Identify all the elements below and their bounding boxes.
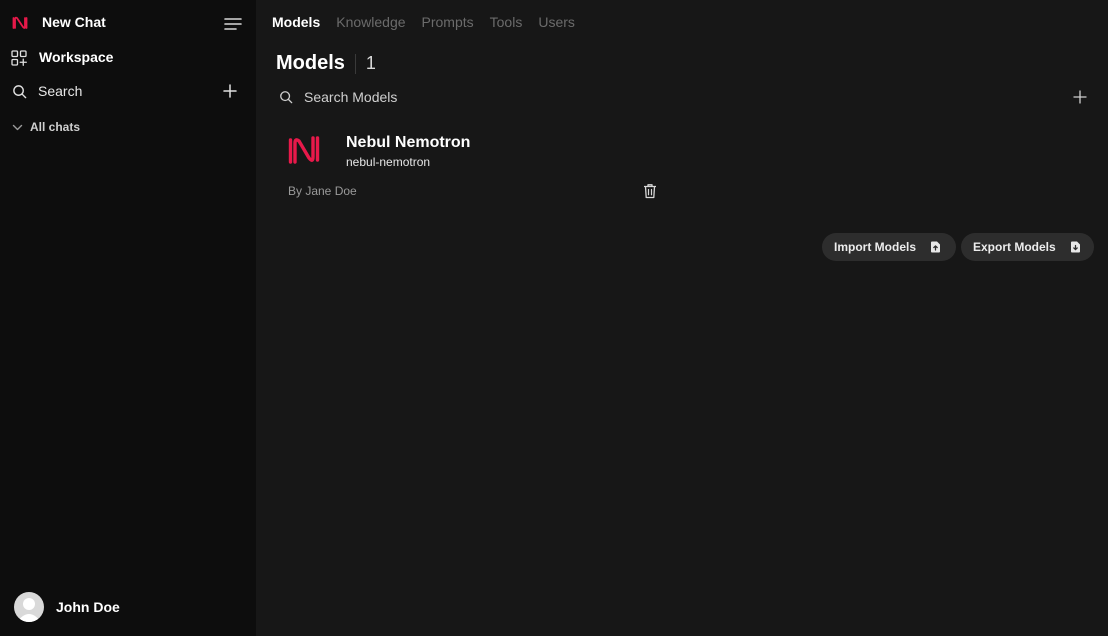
model-name: Nebul Nemotron bbox=[346, 134, 471, 151]
export-models-button[interactable]: Export Models bbox=[961, 233, 1094, 261]
search-icon bbox=[280, 91, 293, 104]
add-model-icon[interactable] bbox=[1072, 89, 1088, 105]
tab-knowledge[interactable]: Knowledge bbox=[336, 14, 405, 30]
plus-icon[interactable] bbox=[222, 83, 238, 99]
user-name: John Doe bbox=[56, 599, 120, 615]
heading-divider bbox=[354, 53, 356, 74]
sidebar: New Chat Workspace Search All chats John… bbox=[0, 0, 256, 636]
import-models-label: Import Models bbox=[834, 240, 917, 254]
nebul-logo-icon bbox=[12, 16, 28, 29]
workspace-icon bbox=[11, 50, 27, 66]
new-chat-label: New Chat bbox=[42, 14, 106, 30]
model-actions: Import Models Export Models bbox=[822, 233, 1094, 261]
workspace-tabs: Models Knowledge Prompts Tools Users bbox=[272, 14, 575, 30]
model-author: By Jane Doe bbox=[288, 184, 357, 198]
workspace-label: Workspace bbox=[39, 49, 114, 65]
tab-tools[interactable]: Tools bbox=[490, 14, 523, 30]
model-search-bar bbox=[276, 86, 1088, 108]
tab-models[interactable]: Models bbox=[272, 14, 320, 30]
avatar-icon bbox=[17, 598, 41, 622]
import-models-button[interactable]: Import Models bbox=[822, 233, 956, 261]
tab-prompts[interactable]: Prompts bbox=[422, 14, 474, 30]
user-menu[interactable]: John Doe bbox=[0, 592, 256, 624]
trash-icon[interactable] bbox=[643, 183, 657, 199]
page-title: Models bbox=[276, 52, 345, 74]
model-count: 1 bbox=[365, 53, 376, 73]
chevron-down-icon bbox=[12, 124, 23, 131]
avatar bbox=[14, 592, 44, 622]
tab-users[interactable]: Users bbox=[538, 14, 575, 30]
search-input[interactable] bbox=[304, 86, 1044, 108]
export-icon bbox=[1070, 241, 1080, 253]
search-icon bbox=[13, 85, 27, 99]
import-icon bbox=[931, 241, 941, 253]
model-card[interactable]: Nebul Nemotron nebul-nemotron By Jane Do… bbox=[276, 126, 668, 206]
menu-icon[interactable] bbox=[224, 16, 242, 32]
search-label: Search bbox=[38, 83, 83, 99]
export-models-label: Export Models bbox=[973, 240, 1056, 254]
app-root: New Chat Workspace Search All chats John… bbox=[0, 0, 1108, 636]
page-heading: Models 1 bbox=[276, 52, 376, 75]
sidebar-item-workspace[interactable]: Workspace bbox=[0, 47, 256, 69]
nebul-logo-icon bbox=[288, 136, 320, 164]
main-content: Models Knowledge Prompts Tools Users Mod… bbox=[256, 0, 1108, 636]
sidebar-search[interactable]: Search bbox=[0, 81, 256, 103]
all-chats-label: All chats bbox=[30, 120, 81, 134]
model-id: nebul-nemotron bbox=[346, 155, 431, 169]
all-chats-toggle[interactable]: All chats bbox=[0, 119, 256, 137]
new-chat-button[interactable]: New Chat bbox=[0, 12, 256, 34]
